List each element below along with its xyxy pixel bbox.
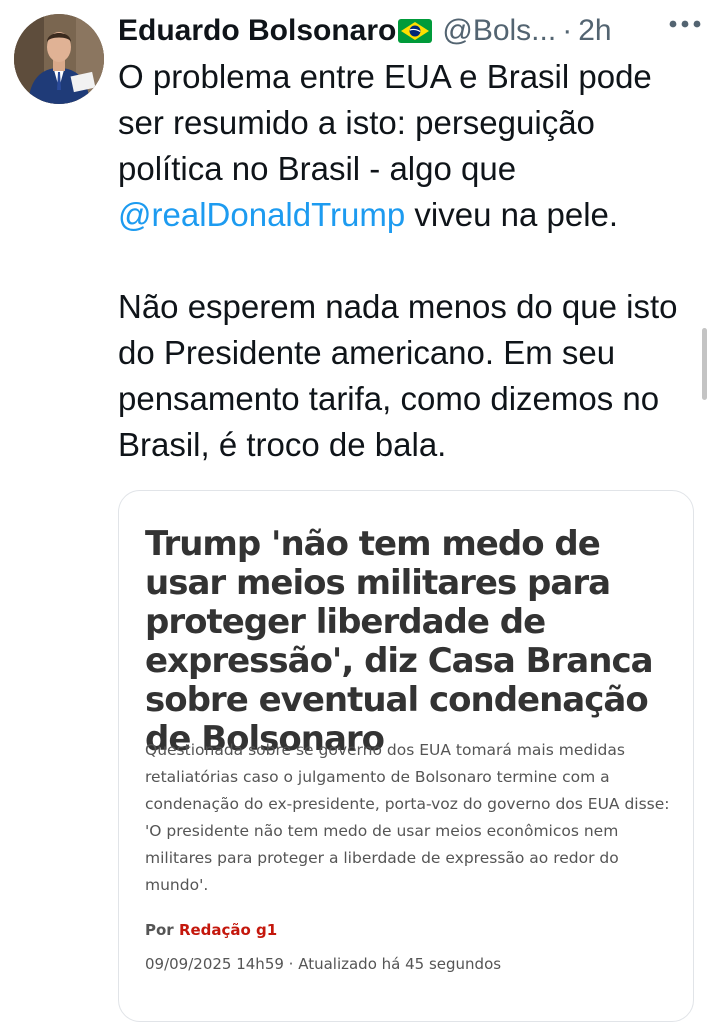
- byline-author: Redação g1: [178, 921, 278, 939]
- tweet-time[interactable]: 2h: [578, 14, 611, 48]
- brazil-flag-icon: [398, 19, 433, 43]
- news-card[interactable]: Trump 'não tem medo de usar meios milita…: [118, 490, 694, 1022]
- card-byline: Por Redação g1: [145, 921, 277, 939]
- tweet-text-part: viveu na pele.: [405, 196, 619, 233]
- more-options-icon[interactable]: [667, 14, 703, 34]
- mention-link[interactable]: @realDonaldTrump: [118, 196, 405, 233]
- byline-prefix: Por: [145, 921, 174, 939]
- card-summary: Questionada sobre se governo dos EUA tom…: [145, 741, 670, 894]
- tweet-paragraph-2: Não esperem nada menos do que isto do Pr…: [118, 288, 678, 463]
- card-dateline: 09/09/2025 14h59 · Atualizado há 45 segu…: [145, 955, 502, 973]
- tweet-paragraph-1: O problema entre EUA e Brasil pode ser r…: [118, 54, 698, 238]
- separator-dot: ·: [562, 14, 573, 47]
- tweet-text-part: O problema entre EUA e Brasil pode ser r…: [118, 58, 652, 187]
- author-handle[interactable]: @Bols...: [442, 14, 556, 48]
- card-headline: Trump 'não tem medo de usar meios milita…: [145, 524, 654, 759]
- tweet-header: Eduardo Bolsonaro @Bols... · 2h: [118, 8, 698, 54]
- scrollbar-thumb[interactable]: [702, 328, 707, 400]
- tweet-text: O problema entre EUA e Brasil pode ser r…: [118, 54, 698, 468]
- author-name[interactable]: Eduardo Bolsonaro: [118, 14, 396, 48]
- avatar[interactable]: [14, 14, 104, 104]
